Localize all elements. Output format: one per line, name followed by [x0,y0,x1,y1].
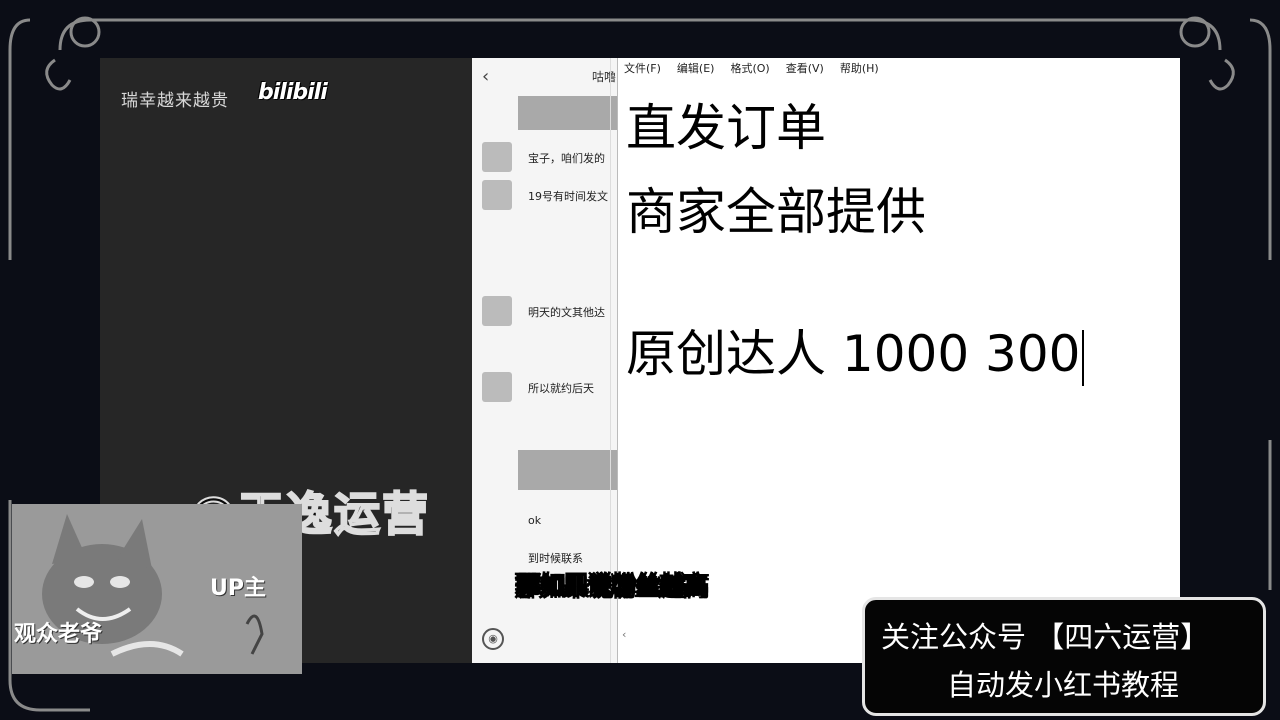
message-text: ok [528,514,542,527]
message-text: 所以就约后天 [528,382,594,395]
avatar[interactable] [482,372,512,402]
webcam-overlay: UP主 观众老爷 [12,504,302,674]
avatar[interactable] [482,296,512,326]
promo-box: 关注公众号 【四六运营】 自动发小红书教程 [862,597,1266,716]
avatar[interactable] [482,180,512,210]
voice-icon[interactable]: ◉ [482,628,504,650]
promo-line-1: 关注公众号 【四六运营】 [881,620,1210,654]
video-subtitle: 那如果说粉丝越高 [516,572,709,601]
back-arrow-icon[interactable]: ‹ [482,66,489,87]
text-caret [1082,329,1085,386]
menu-edit[interactable]: 编辑(E) [677,58,715,80]
bilibili-logo: bilibili [258,80,328,105]
up-label: UP主 [210,576,266,601]
message-text: 19号有时间发文 [528,190,608,203]
menu-help[interactable]: 帮助(H) [840,58,879,80]
editor-line[interactable]: 商家全部提供 [626,172,926,244]
menu-file[interactable]: 文件(F) [624,58,661,80]
message-text: 明天的文其他达 [528,306,605,319]
message-text: 宝子，咱们发的 [528,152,605,165]
editor-line[interactable]: 直发订单 [626,88,826,160]
scroll-left-icon[interactable]: ‹ [622,628,626,641]
message-bubble [518,96,617,130]
chat-title: 咕噜 [592,70,617,84]
message-text: 到时候联系 [528,552,583,565]
menu-bar: 文件(F) 编辑(E) 格式(O) 查看(V) 帮助(H) [618,58,1186,80]
audience-label: 观众老爷 [14,622,103,647]
avatar[interactable] [482,142,512,172]
channel-watermark-text: 瑞幸越来越贵 [121,91,229,111]
editor-line-with-caret[interactable]: 原创达人 1000 300 [626,314,1085,386]
promo-line-2: 自动发小红书教程 [947,668,1180,702]
menu-format[interactable]: 格式(O) [730,58,769,80]
menu-view[interactable]: 查看(V) [786,58,824,80]
editor-line-text: 原创达人 1000 300 [626,325,1081,383]
message-bubble [518,450,617,490]
